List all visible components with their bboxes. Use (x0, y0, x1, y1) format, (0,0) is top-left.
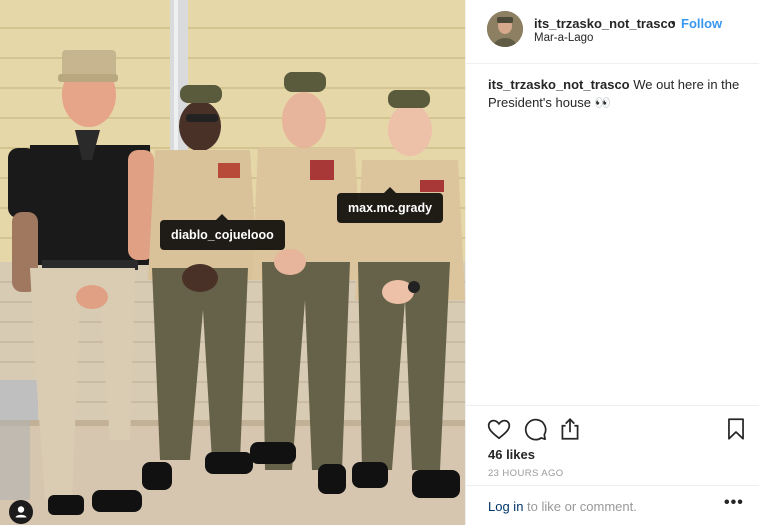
share-icon[interactable] (557, 416, 583, 442)
more-icon[interactable]: ••• (724, 494, 744, 512)
separator-dot: • (671, 15, 676, 30)
user-tag-diablo[interactable]: diablo_cojuelooo (160, 214, 285, 250)
post-photo[interactable]: diablo_cojuelooo max.mc.grady (0, 0, 465, 525)
user-tag-icon[interactable] (9, 500, 33, 524)
comment-bar: Log in to like or comment. ••• (466, 485, 759, 525)
login-link[interactable]: Log in (488, 499, 523, 514)
location-link[interactable]: Mar-a-Lago (534, 32, 593, 44)
bookmark-icon[interactable] (723, 416, 749, 442)
post-header: its_trzasko_not_trasco • Follow Mar-a-La… (466, 0, 759, 64)
follow-button[interactable]: Follow (681, 16, 722, 31)
post-actions: 46 likes 23 HOURS AGO Log in to like or … (466, 405, 759, 525)
username-link[interactable]: its_trzasko_not_trasco (534, 16, 676, 31)
login-prompt: Log in to like or comment. (488, 499, 637, 514)
post-side-panel: its_trzasko_not_trasco • Follow Mar-a-La… (466, 0, 759, 525)
user-tag-max[interactable]: max.mc.grady (337, 187, 444, 223)
caption-username[interactable]: its_trzasko_not_trasco (488, 77, 630, 92)
avatar[interactable] (487, 11, 523, 47)
heart-icon[interactable] (486, 416, 512, 442)
post-timestamp: 23 HOURS AGO (488, 468, 564, 479)
comment-icon[interactable] (522, 416, 548, 442)
photo-illustration (0, 0, 465, 525)
post-caption: its_trzasko_not_trasco We out here in th… (488, 76, 748, 112)
likes-count[interactable]: 46 likes (488, 447, 535, 462)
login-prompt-text: to like or comment. (523, 499, 637, 514)
